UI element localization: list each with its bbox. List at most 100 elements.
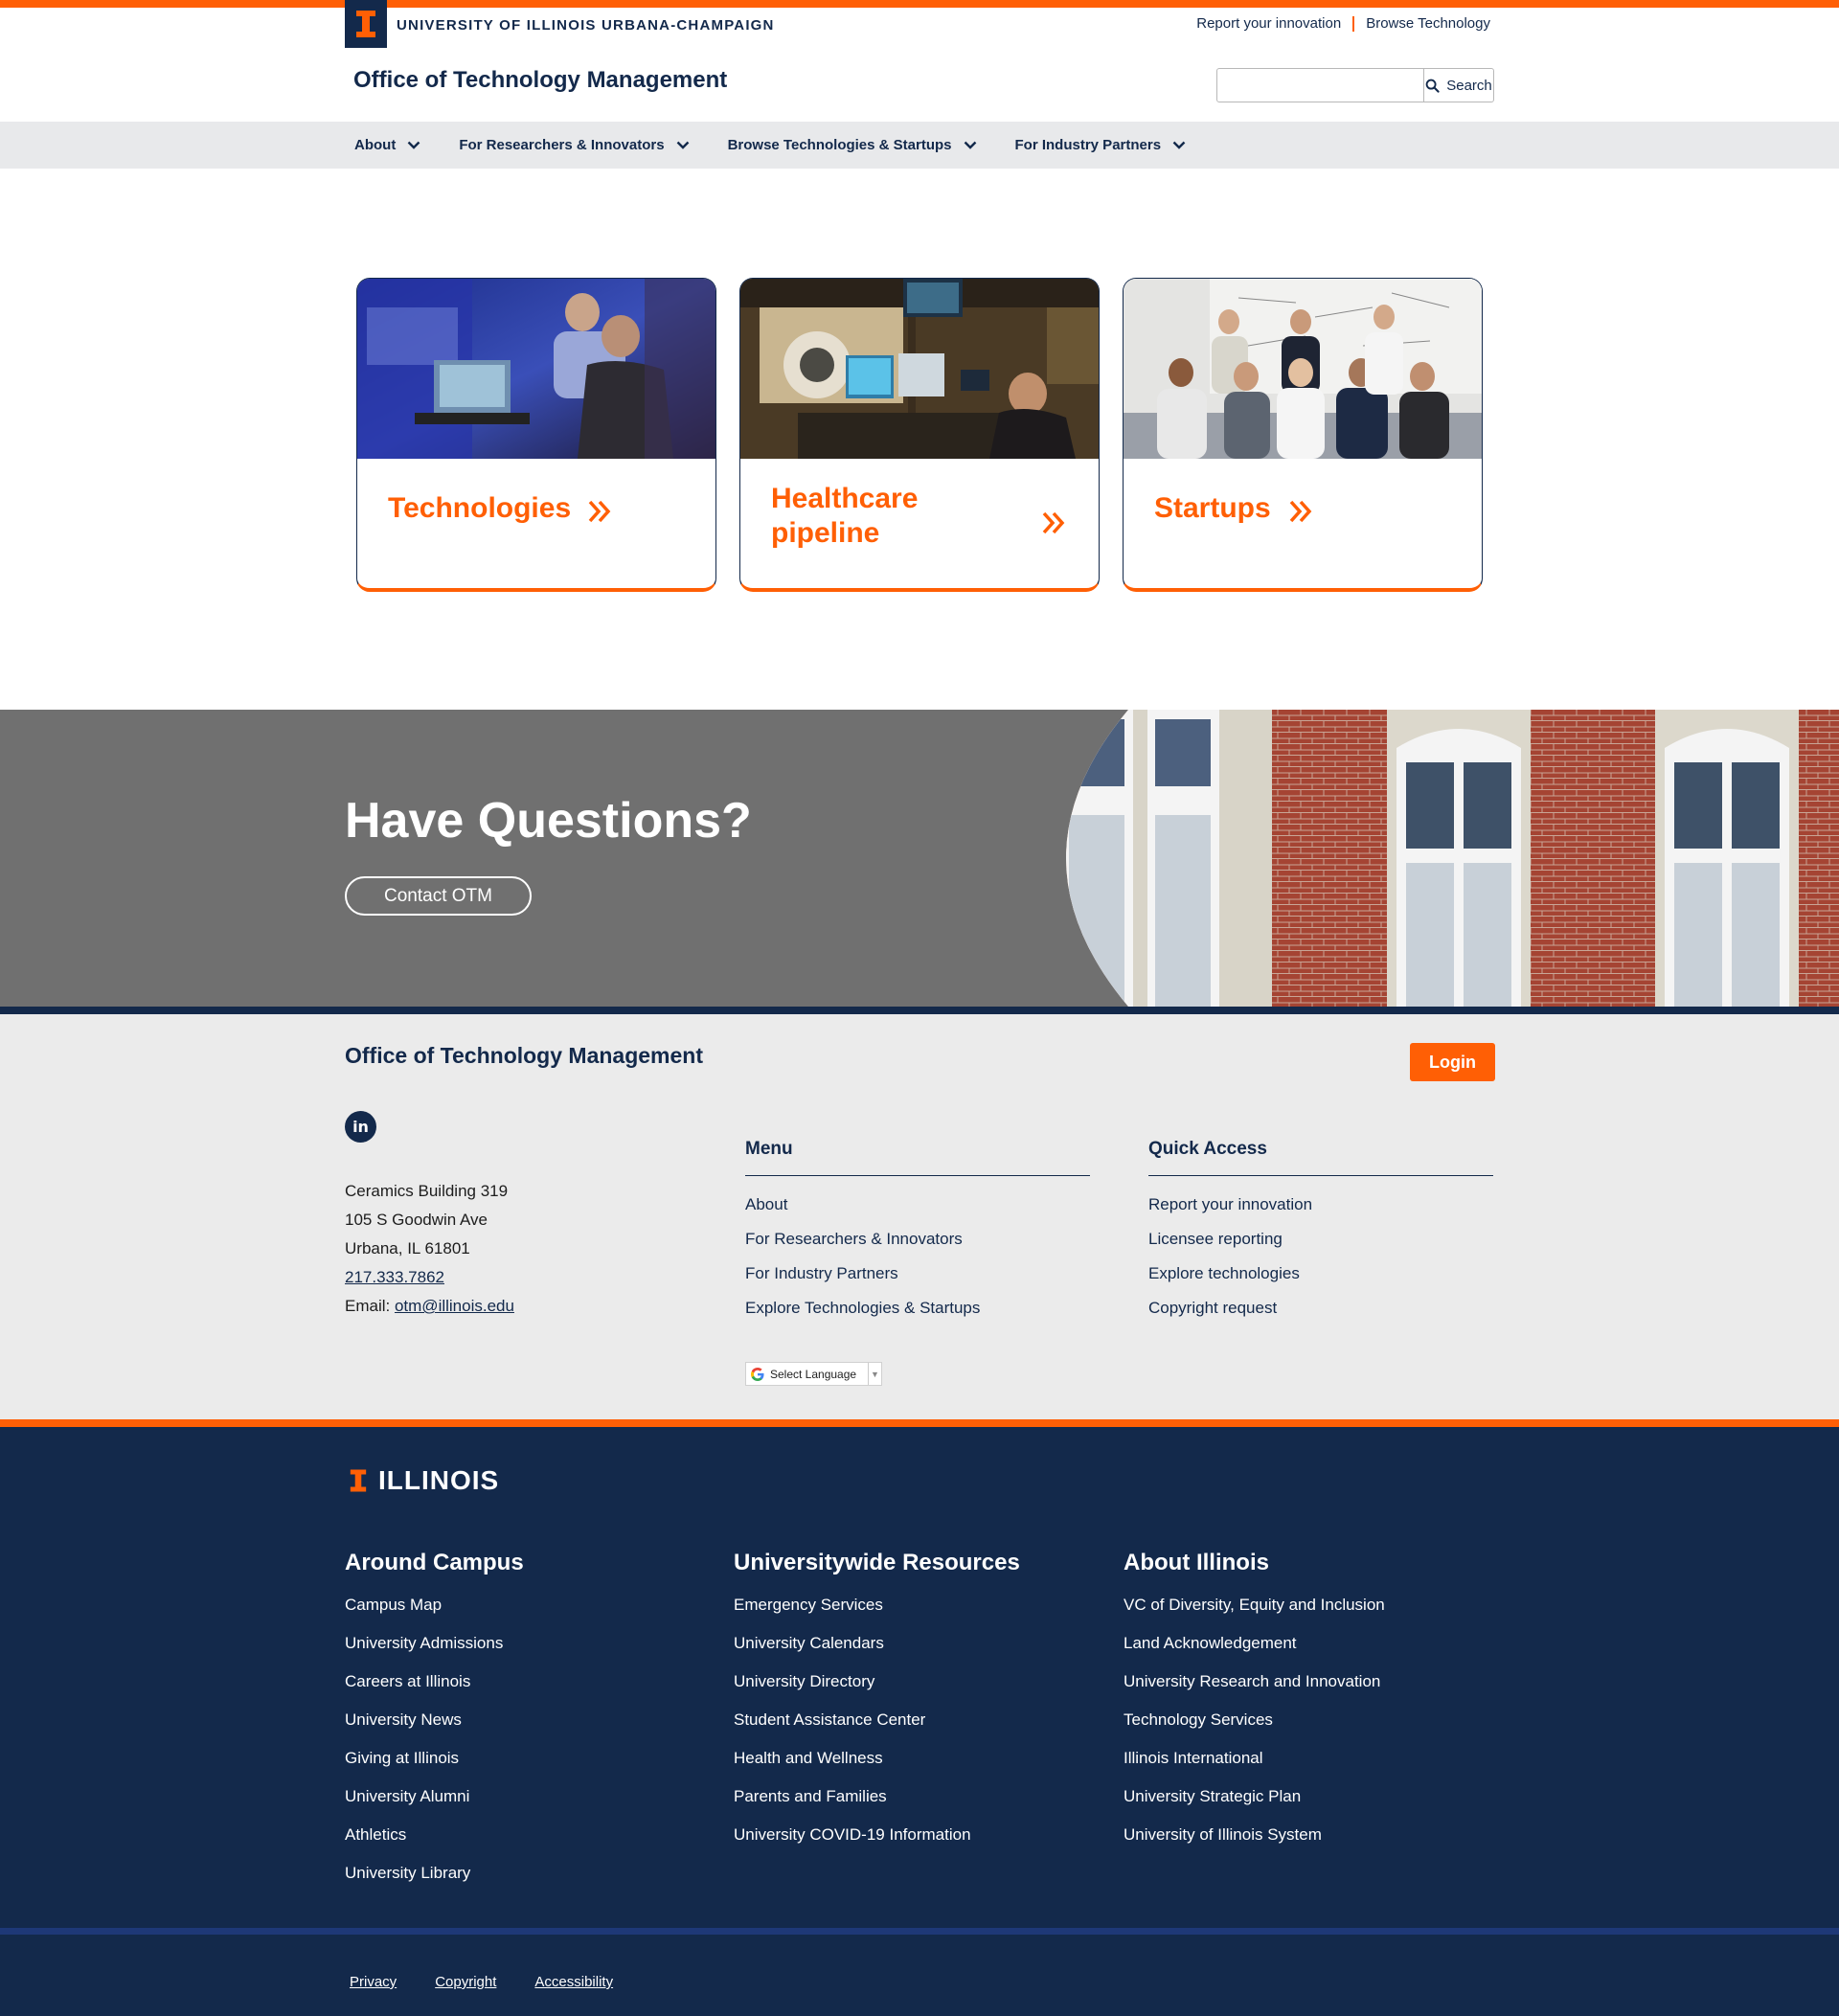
chevron-down-icon: [1172, 141, 1186, 149]
phone-link[interactable]: 217.333.7862: [345, 1268, 444, 1286]
contact-otm-button[interactable]: Contact OTM: [345, 876, 532, 916]
footer-column-about-illinois: About Illinois VC of Diversity, Equity a…: [1124, 1550, 1507, 1854]
util-separator: [1352, 15, 1355, 32]
footer-link[interactable]: Athletics: [345, 1816, 728, 1854]
search-input[interactable]: [1217, 69, 1423, 102]
university-wordmark[interactable]: UNIVERSITY OF ILLINOIS URBANA-CHAMPAIGN: [397, 17, 775, 34]
nav-item-about[interactable]: About: [354, 137, 420, 153]
address-line: Ceramics Building 319: [345, 1182, 509, 1200]
util-link-browse-technology[interactable]: Browse Technology: [1366, 15, 1490, 32]
language-select-label: Select Language: [770, 1367, 857, 1381]
nav-item-browse-technologies[interactable]: Browse Technologies & Startups: [728, 137, 977, 153]
card-photo-startup-team: [1124, 279, 1482, 459]
footer-bottom-divider: [0, 1928, 1839, 1935]
login-button[interactable]: Login: [1410, 1043, 1495, 1081]
double-chevron-right-icon: [1042, 511, 1065, 534]
footer-column-universitywide-resources: Universitywide Resources Emergency Servi…: [734, 1550, 1117, 1854]
quick-access-link[interactable]: Copyright request: [1148, 1291, 1493, 1325]
site-title[interactable]: Office of Technology Management: [353, 67, 727, 94]
footer-link[interactable]: Parents and Families: [734, 1778, 1117, 1816]
footer-menu-heading: Menu: [745, 1139, 1090, 1176]
quick-access-link[interactable]: Explore technologies: [1148, 1257, 1493, 1291]
section-divider: [0, 1007, 1839, 1014]
accessibility-link[interactable]: Accessibility: [534, 1974, 613, 1990]
footer-link[interactable]: University Calendars: [734, 1624, 1117, 1663]
footer-link[interactable]: Giving at Illinois: [345, 1739, 728, 1778]
search-button-label: Search: [1446, 77, 1492, 94]
footer-column-heading: Around Campus: [345, 1550, 524, 1575]
email-link[interactable]: otm@illinois.edu: [395, 1297, 514, 1315]
address-line: 105 S Goodwin Ave: [345, 1211, 488, 1229]
have-questions-section: Have Questions? Contact OTM: [0, 710, 1839, 1007]
footer-link[interactable]: University COVID-19 Information: [734, 1816, 1117, 1854]
footer-link[interactable]: University Research and Innovation: [1124, 1663, 1507, 1701]
footer-link[interactable]: Land Acknowledgement: [1124, 1624, 1507, 1663]
email-label: Email:: [345, 1297, 391, 1315]
block-i-icon: [350, 1469, 367, 1492]
chevron-down-icon: [676, 141, 689, 149]
nav-item-industry-partners[interactable]: For Industry Partners: [1015, 137, 1187, 153]
dropdown-arrow-icon: ▼: [868, 1363, 881, 1385]
footer-menu-link[interactable]: For Researchers & Innovators: [745, 1222, 1090, 1257]
card-technologies[interactable]: Technologies: [356, 278, 716, 592]
footer-address: Ceramics Building 319 105 S Goodwin Ave …: [345, 1177, 514, 1321]
double-chevron-right-icon: [588, 500, 611, 523]
address-line: Urbana, IL 61801: [345, 1239, 470, 1257]
brick-building-photo: [1066, 710, 1839, 1007]
footer-link[interactable]: Illinois International: [1124, 1739, 1507, 1778]
footer-menu-link[interactable]: Explore Technologies & Startups: [745, 1291, 1090, 1325]
footer-link[interactable]: VC of Diversity, Equity and Inclusion: [1124, 1586, 1507, 1624]
card-photo-lab-researchers: [357, 279, 715, 459]
block-i-icon: [356, 11, 375, 37]
footer-link[interactable]: University Alumni: [345, 1778, 728, 1816]
footer-link[interactable]: University News: [345, 1701, 728, 1739]
site-footer: Office of Technology Management Login in…: [0, 1014, 1839, 1419]
util-link-report-innovation[interactable]: Report your innovation: [1196, 15, 1341, 32]
footer-link[interactable]: Emergency Services: [734, 1586, 1117, 1624]
imaging-lab-photo: [740, 279, 1099, 459]
quick-access-link[interactable]: Report your innovation: [1148, 1188, 1493, 1222]
utility-links: Report your innovation Browse Technology: [1196, 15, 1490, 32]
footer-column-heading: Universitywide Resources: [734, 1550, 1020, 1575]
illinois-wordmark: ILLINOIS: [378, 1465, 500, 1495]
footer-link[interactable]: University of Illinois System: [1124, 1816, 1507, 1854]
footer-column-heading: About Illinois: [1124, 1550, 1269, 1575]
footer-link[interactable]: Careers at Illinois: [345, 1663, 728, 1701]
quick-access-heading: Quick Access: [1148, 1139, 1493, 1176]
card-photo-imaging-lab: [740, 279, 1099, 459]
illinois-logo[interactable]: ILLINOIS: [350, 1465, 499, 1496]
illinois-block-i-logo[interactable]: [345, 0, 387, 48]
search-icon: [1425, 79, 1440, 93]
startup-team-photo: [1124, 279, 1482, 459]
nav-item-researchers[interactable]: For Researchers & Innovators: [459, 137, 689, 153]
nav-item-label: For Researchers & Innovators: [459, 137, 665, 153]
footer-link[interactable]: Technology Services: [1124, 1701, 1507, 1739]
privacy-link[interactable]: Privacy: [350, 1974, 397, 1990]
double-chevron-right-icon: [1289, 500, 1312, 523]
language-select[interactable]: Select Language ▼: [745, 1362, 882, 1386]
copyright-link[interactable]: Copyright: [435, 1974, 496, 1990]
footer-link[interactable]: University Directory: [734, 1663, 1117, 1701]
footer-menu-link[interactable]: About: [745, 1188, 1090, 1222]
footer-link[interactable]: Campus Map: [345, 1586, 728, 1624]
linkedin-icon[interactable]: in: [345, 1111, 376, 1143]
search-form: Search: [1216, 68, 1494, 102]
footer-column-around-campus: Around Campus Campus Map University Admi…: [345, 1550, 728, 1892]
main-navigation: About For Researchers & Innovators Brows…: [0, 122, 1839, 169]
chevron-down-icon: [964, 141, 976, 149]
legal-bar: Privacy Copyright Accessibility: [0, 1935, 1839, 2016]
footer-link[interactable]: University Admissions: [345, 1624, 728, 1663]
card-startups[interactable]: Startups: [1123, 278, 1483, 592]
footer-menu-link[interactable]: For Industry Partners: [745, 1257, 1090, 1291]
search-button[interactable]: Search: [1423, 69, 1493, 102]
quick-access-link[interactable]: Licensee reporting: [1148, 1222, 1493, 1257]
footer-link[interactable]: Health and Wellness: [734, 1739, 1117, 1778]
footer-site-title[interactable]: Office of Technology Management: [345, 1043, 703, 1069]
card-healthcare-pipeline[interactable]: Healthcare pipeline: [739, 278, 1100, 592]
footer-link[interactable]: University Library: [345, 1854, 728, 1892]
footer-link[interactable]: University Strategic Plan: [1124, 1778, 1507, 1816]
card-label: Startups: [1154, 492, 1271, 524]
footer-quick-access: Quick Access Report your innovation Lice…: [1148, 1139, 1493, 1325]
footer-link[interactable]: Student Assistance Center: [734, 1701, 1117, 1739]
nav-item-label: About: [354, 137, 397, 153]
